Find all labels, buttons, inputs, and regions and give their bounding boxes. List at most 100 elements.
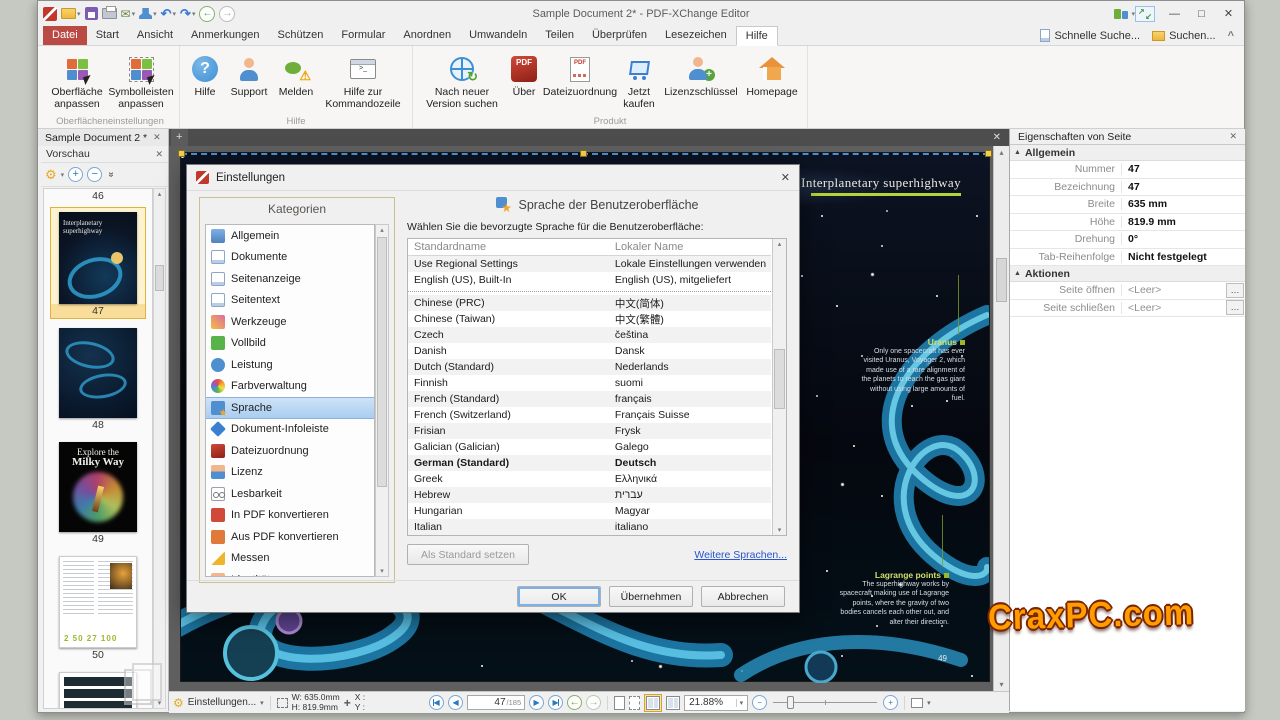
report-bug-button[interactable]: ⚠ Melden bbox=[273, 49, 319, 99]
category-allgemein[interactable]: Allgemein bbox=[206, 225, 374, 247]
ok-button[interactable]: OK bbox=[517, 586, 601, 607]
scroll-down-icon[interactable]: ▾ bbox=[376, 567, 388, 575]
category-messen[interactable]: Messen bbox=[206, 548, 374, 570]
close-properties-icon[interactable]: ✕ bbox=[1229, 131, 1237, 142]
categories-scrollbar[interactable]: ▴ ▾ bbox=[375, 224, 389, 577]
language-row[interactable]: Czechčeština bbox=[408, 327, 771, 343]
cancel-button[interactable]: Abbrechen bbox=[701, 586, 785, 607]
next-page-button[interactable]: ▶ bbox=[529, 695, 544, 710]
page-view-mode-button[interactable] bbox=[911, 698, 923, 708]
tab-datei[interactable]: Datei bbox=[43, 26, 87, 45]
dialog-close-button[interactable]: ✕ bbox=[781, 171, 790, 184]
license-key-button[interactable]: + Lizenzschlüssel bbox=[660, 49, 742, 99]
close-document-icon[interactable]: ✕ bbox=[153, 132, 161, 143]
history-forward-button[interactable]: → bbox=[219, 6, 235, 22]
tab-hilfe[interactable]: Hilfe bbox=[736, 26, 778, 46]
language-row[interactable]: English (US), Built-InEnglish (US), mitg… bbox=[408, 272, 771, 288]
category-dokumente[interactable]: Dokumente bbox=[206, 247, 374, 269]
scroll-up-icon[interactable]: ▴ bbox=[994, 148, 1009, 157]
language-row[interactable]: GreekΕλληνικά bbox=[408, 471, 771, 487]
redo-button[interactable]: ↷▾ bbox=[180, 5, 195, 23]
scrollbar-thumb[interactable] bbox=[377, 237, 387, 487]
buy-now-button[interactable]: Jetzt kaufen bbox=[618, 49, 660, 111]
column-standardname[interactable]: Standardname bbox=[408, 241, 615, 253]
category-dokument-infoleiste[interactable]: Dokument-Infoleiste bbox=[206, 419, 374, 441]
support-button[interactable]: Support bbox=[225, 49, 273, 99]
tab-ansicht[interactable]: Ansicht bbox=[128, 26, 182, 45]
category-lizenz[interactable]: Lizenz bbox=[206, 462, 374, 484]
edit-action-button[interactable]: … bbox=[1226, 283, 1244, 298]
tab-ueberpruefen[interactable]: Überprüfen bbox=[583, 26, 656, 45]
zoom-in-button[interactable]: + bbox=[883, 695, 898, 710]
action-row[interactable]: Seite öffnen <Leer> … bbox=[1010, 282, 1245, 300]
zoom-out-button[interactable]: − bbox=[752, 695, 767, 710]
single-page-layout-button[interactable] bbox=[614, 696, 625, 710]
previous-page-button[interactable]: ◀ bbox=[448, 695, 463, 710]
find-button[interactable]: Suchen... bbox=[1152, 30, 1215, 42]
property-row[interactable]: Nummer47 bbox=[1010, 161, 1245, 179]
property-row[interactable]: Drehung0° bbox=[1010, 231, 1245, 249]
scrollbar-thumb[interactable] bbox=[155, 265, 164, 291]
about-button[interactable]: PDF Über bbox=[506, 49, 542, 99]
zoom-slider[interactable] bbox=[771, 695, 879, 710]
close-preview-icon[interactable]: ✕ bbox=[155, 149, 163, 160]
close-button[interactable]: ✕ bbox=[1215, 7, 1242, 20]
thumbnail-cell-48[interactable]: 48 bbox=[50, 323, 146, 433]
print-button[interactable] bbox=[102, 5, 117, 23]
language-row[interactable]: Galician (Galician)Galego bbox=[408, 439, 771, 455]
language-row[interactable]: Dutch (Standard)Nederlands bbox=[408, 359, 771, 375]
page-thumbnail-48[interactable] bbox=[59, 328, 137, 418]
language-row[interactable]: Chinese (PRC)中文(简体) bbox=[408, 295, 771, 311]
property-row[interactable]: Tab-ReihenfolgeNicht festgelegt bbox=[1010, 249, 1245, 267]
category-identitaet[interactable]: Identität bbox=[206, 569, 374, 577]
minimize-button[interactable]: — bbox=[1161, 8, 1188, 20]
tab-anmerkungen[interactable]: Anmerkungen bbox=[182, 26, 269, 45]
tab-schuetzen[interactable]: Schützen bbox=[269, 26, 333, 45]
selection-handle[interactable] bbox=[580, 150, 587, 157]
section-allgemein[interactable]: ▲ Allgemein bbox=[1010, 145, 1245, 161]
category-vollbild[interactable]: Vollbild bbox=[206, 333, 374, 355]
open-button[interactable]: ▾ bbox=[61, 5, 81, 23]
table-scrollbar[interactable]: ▴ ▾ bbox=[772, 239, 786, 535]
category-werkzeuge[interactable]: Werkzeuge bbox=[206, 311, 374, 333]
section-aktionen[interactable]: ▲ Aktionen bbox=[1010, 266, 1245, 282]
thumbnail-cell-49[interactable]: Explore theMilky Way 49 bbox=[50, 437, 146, 547]
language-row[interactable]: Finnishsuomi bbox=[408, 375, 771, 391]
action-row[interactable]: Seite schließen <Leer> … bbox=[1010, 300, 1245, 318]
tab-start[interactable]: Start bbox=[87, 26, 128, 45]
customize-interface-button[interactable]: Oberfläche anpassen bbox=[46, 49, 108, 111]
save-button[interactable] bbox=[85, 5, 98, 23]
check-for-updates-button[interactable]: ↻ Nach neuer Version suchen bbox=[418, 49, 506, 111]
category-farbverwaltung[interactable]: Farbverwaltung bbox=[206, 376, 374, 398]
status-settings-label[interactable]: Einstellungen... bbox=[188, 697, 256, 708]
language-row[interactable]: French (Standard)français bbox=[408, 391, 771, 407]
zoom-level-select[interactable]: 21.88%▾ bbox=[684, 695, 748, 711]
property-row[interactable]: Breite635 mm bbox=[1010, 196, 1245, 214]
tab-teilen[interactable]: Teilen bbox=[536, 26, 583, 45]
next-view-button[interactable]: → bbox=[586, 695, 601, 710]
page-thumbnail-50[interactable]: 2 50 27 100 bbox=[59, 556, 137, 648]
selection-handle[interactable] bbox=[178, 150, 185, 157]
language-row[interactable]: French (Switzerland)Français Suisse bbox=[408, 407, 771, 423]
command-line-help-button[interactable]: >_ Hilfe zur Kommandozeile bbox=[319, 49, 407, 111]
maximize-button[interactable]: □ bbox=[1188, 8, 1215, 20]
preview-options-button[interactable]: ⚙ bbox=[45, 167, 57, 183]
language-row[interactable]: HungarianMagyar bbox=[408, 503, 771, 519]
tab-lesezeichen[interactable]: Lesezeichen bbox=[656, 26, 736, 45]
set-as-default-button[interactable]: Als Standard setzen bbox=[407, 544, 529, 565]
scrollbar-thumb[interactable] bbox=[996, 258, 1007, 302]
property-row[interactable]: Höhe819.9 mm bbox=[1010, 214, 1245, 232]
first-page-button[interactable]: ◀ bbox=[429, 695, 444, 710]
thumbnail-cell-47[interactable]: Interplanetary superhighway 47 bbox=[50, 207, 146, 319]
thumbnail-scrollbar[interactable]: ▴ ▾ bbox=[153, 188, 166, 709]
column-lokaler-name[interactable]: Lokaler Name bbox=[615, 241, 683, 253]
scroll-down-icon[interactable]: ▾ bbox=[773, 526, 786, 534]
last-page-button[interactable]: ▶ bbox=[548, 695, 563, 710]
selection-handle[interactable] bbox=[985, 150, 992, 157]
help-button[interactable]: ? Hilfe bbox=[185, 49, 225, 99]
ui-layout-button[interactable] bbox=[1114, 9, 1128, 19]
tab-formular[interactable]: Formular bbox=[332, 26, 394, 45]
thumbnail-cell-50[interactable]: 2 50 27 100 50 bbox=[50, 551, 146, 663]
thumbnail-zoom-out-button[interactable]: − bbox=[87, 167, 102, 182]
customize-toolbars-button[interactable]: Symbolleisten anpassen bbox=[108, 49, 174, 111]
